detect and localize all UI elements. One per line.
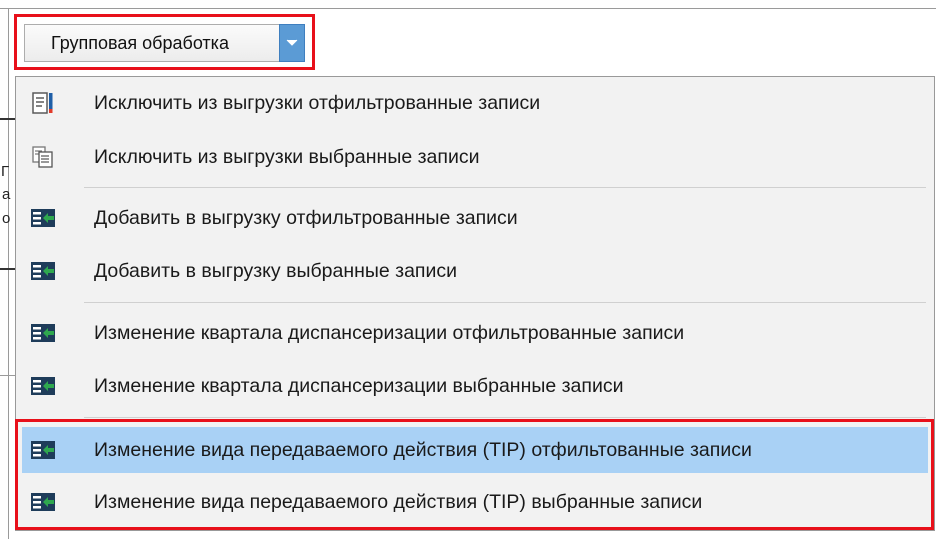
menu-separator bbox=[84, 302, 926, 303]
background-border-row bbox=[0, 268, 15, 270]
menu-item-label: Изменение квартала диспансеризации выбра… bbox=[94, 374, 624, 397]
menu-item-label: Добавить в выгрузку отфильтрованные запи… bbox=[94, 206, 518, 229]
add-to-list-icon bbox=[31, 262, 55, 280]
background-partial-text: Г bbox=[1, 163, 10, 180]
menu-item-label: Исключить из выгрузки отфильтрованные за… bbox=[94, 91, 541, 114]
background-border-row bbox=[0, 375, 15, 376]
background-partial-text: а bbox=[2, 186, 11, 203]
menu-item-label: Исключить из выгрузки выбранные записи bbox=[94, 145, 480, 168]
background-border-left bbox=[8, 8, 9, 539]
add-to-list-icon bbox=[31, 324, 55, 342]
document-copy-icon bbox=[32, 146, 53, 168]
group-processing-label: Групповая обработка bbox=[51, 32, 229, 53]
tip-items-highlight bbox=[15, 419, 934, 530]
filter-list-icon bbox=[32, 92, 53, 114]
menu-item-label: Изменение квартала диспансеризации отфил… bbox=[94, 321, 685, 344]
menu-item-quarter-selected[interactable]: Изменение квартала диспансеризации выбра… bbox=[22, 363, 928, 409]
menu-item-label: Добавить в выгрузку выбранные записи bbox=[94, 259, 458, 282]
menu-separator bbox=[84, 187, 926, 188]
background-partial-text: о bbox=[2, 210, 11, 227]
group-processing-button-highlight: Групповая обработка bbox=[14, 14, 315, 70]
menu-separator bbox=[84, 417, 926, 418]
background-border-row bbox=[0, 118, 15, 120]
dropdown-arrow-button[interactable] bbox=[279, 24, 305, 62]
menu-item-add-selected[interactable]: Добавить в выгрузку выбранные записи bbox=[22, 248, 928, 294]
menu-item-add-filtered[interactable]: Добавить в выгрузку отфильтрованные запи… bbox=[22, 195, 928, 241]
group-processing-button[interactable]: Групповая обработка bbox=[24, 24, 292, 62]
chevron-down-icon bbox=[286, 39, 298, 46]
background-border-top bbox=[0, 8, 936, 9]
menu-item-exclude-selected[interactable]: Исключить из выгрузки выбранные записи bbox=[22, 134, 928, 180]
add-to-list-icon bbox=[31, 377, 55, 395]
menu-item-quarter-filtered[interactable]: Изменение квартала диспансеризации отфил… bbox=[22, 310, 928, 356]
menu-item-exclude-filtered[interactable]: Исключить из выгрузки отфильтрованные за… bbox=[22, 80, 928, 126]
add-to-list-icon bbox=[31, 209, 55, 227]
